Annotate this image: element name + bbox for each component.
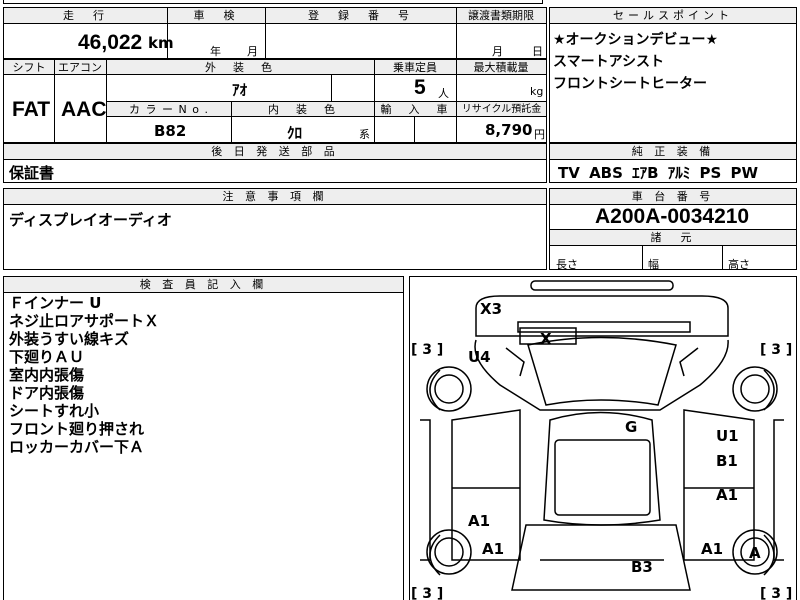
divider xyxy=(456,60,457,142)
shift-value: FAT xyxy=(12,98,51,121)
divider xyxy=(265,8,266,58)
exterior-color-value: ｱｵ xyxy=(232,81,248,99)
mileage-value: 46,022 xyxy=(78,31,143,54)
tire-label-front-left: [ 3 ] xyxy=(411,342,443,358)
mark-x3: X3 xyxy=(480,300,502,318)
mark-a1-right-lower: A1 xyxy=(701,540,723,558)
max-load-header: 最大積載量 xyxy=(456,60,546,75)
car-diagram-box: X3 X U4 G U1 B1 A1 A1 A1 A1 A B3 [ 3 ] [… xyxy=(409,276,797,600)
ac-header: エアコン xyxy=(54,60,106,75)
tires xyxy=(426,366,778,575)
max-load-unit: kg xyxy=(530,85,544,98)
capacity-unit: 人 xyxy=(438,87,449,100)
deadline-day-unit: 日 xyxy=(532,45,543,58)
divider xyxy=(54,60,55,142)
genuine-equipment-header: 純 正 装 備 xyxy=(550,144,796,160)
recycle-value: 8,790 xyxy=(485,121,533,139)
width-label: 幅 xyxy=(648,258,659,271)
height-label: 高さ xyxy=(728,258,750,271)
notes-header: 注 意 事 項 欄 xyxy=(4,189,546,205)
mileage-header: 走 行 xyxy=(4,8,167,24)
divider xyxy=(456,8,457,58)
divider xyxy=(331,75,332,101)
interior-color-header: 内 装 色 xyxy=(232,102,374,117)
inspector-item: 室内内張傷 xyxy=(9,366,85,384)
dimensions-box: 諸 元 長さ 幅 高さ xyxy=(549,229,797,271)
mark-b3: B3 xyxy=(631,558,653,576)
exterior-color-header: 外 装 色 xyxy=(106,60,374,75)
damage-marks: X3 X U4 G U1 B1 A1 A1 A1 A1 A B3 xyxy=(468,300,761,576)
divider xyxy=(231,101,232,142)
deadline-month-unit: 月 xyxy=(492,45,503,58)
inspector-item: ロッカーカバー下Ａ xyxy=(9,438,145,456)
top-strip xyxy=(3,0,543,4)
tire-label-front-right: [ 3 ] xyxy=(760,342,792,358)
mark-x: X xyxy=(540,330,552,348)
shift-header: シフト xyxy=(4,60,54,75)
genuine-equipment-value: TV ABS ｴｱB ｱﾙﾐ PS PW xyxy=(558,164,759,182)
deadline-header: 譲渡書類期限 xyxy=(456,8,546,24)
color-no-value: B82 xyxy=(154,122,187,140)
later-parts-value: 保証書 xyxy=(9,164,55,182)
recycle-header: リサイクル預託金 xyxy=(457,102,546,117)
inspector-item: ネジ止ロアサポートＸ xyxy=(9,312,160,330)
color-no-header: カ ラ ー N o . xyxy=(107,102,231,117)
sales-points-list: ★オークションデビュー★ スマートアシスト フロントシートヒーター xyxy=(553,29,718,95)
spec-box: シフト エアコン 外 装 色 乗車定員 最大積載量 ｱｵ 5 人 kg カ ラ … xyxy=(3,59,547,143)
mark-b1: B1 xyxy=(716,452,738,470)
later-parts-header: 後 日 発 送 部 品 xyxy=(4,144,546,160)
inspector-header: 検 査 員 記 入 欄 xyxy=(4,277,403,293)
ac-value: AAC xyxy=(61,98,107,121)
sales-points-box: セールスポイント ★オークションデビュー★ スマートアシスト フロントシートヒー… xyxy=(549,7,797,143)
inspection-header: 車 検 xyxy=(167,8,265,24)
dimensions-header: 諸 元 xyxy=(550,230,796,246)
capacity-header: 乗車定員 xyxy=(374,60,456,75)
capacity-value: 5 xyxy=(414,76,426,99)
inspection-year-unit: 年 xyxy=(210,45,221,58)
recycle-unit: 円 xyxy=(534,128,545,141)
inspector-item: ドア内張傷 xyxy=(9,384,85,402)
mileage-box: 走 行 車 検 登 録 番 号 譲渡書類期限 46,022 km 年 月 月 日 xyxy=(3,7,547,59)
notes-value: ディスプレイオーディオ xyxy=(9,211,172,229)
mark-a1-left-upper: A1 xyxy=(468,512,490,530)
mark-a1-left-lower: A1 xyxy=(482,540,504,558)
chassis-value: A200A-0034210 xyxy=(595,205,750,228)
length-label: 長さ xyxy=(556,258,578,271)
divider xyxy=(374,60,375,142)
mark-u4: U4 xyxy=(468,348,491,366)
inspector-item: 外装うすい線キズ xyxy=(9,330,130,348)
tire-label-rear-right: [ 3 ] xyxy=(760,586,792,600)
divider xyxy=(642,246,643,269)
sales-point-item: ★オークションデビュー★ xyxy=(553,32,719,48)
mileage-unit: km xyxy=(148,34,174,52)
mark-u1: U1 xyxy=(716,427,739,445)
later-parts-box: 後 日 発 送 部 品 保証書 xyxy=(3,143,547,183)
chassis-box: 車 台 番 号 A200A-0034210 xyxy=(549,188,797,230)
inspector-item: Ｆインナー U xyxy=(9,294,102,312)
notes-box: 注 意 事 項 欄 ディスプレイオーディオ xyxy=(3,188,547,270)
divider xyxy=(722,246,723,269)
sales-point-item: スマートアシスト xyxy=(553,54,665,70)
car-diagram: X3 X U4 G U1 B1 A1 A1 A1 A1 A B3 [ 3 ] [… xyxy=(411,280,792,600)
inspector-list: Ｆインナー U ネジ止ロアサポートＸ 外装うすい線キズ 下廻りＡＵ 室内内張傷 … xyxy=(9,294,159,456)
tire-label-rear-left: [ 3 ] xyxy=(411,586,443,600)
chassis-header: 車 台 番 号 xyxy=(550,189,796,205)
divider xyxy=(414,117,415,142)
inspector-item: 下廻りＡＵ xyxy=(9,348,85,366)
mark-a1-right-upper: A1 xyxy=(716,486,738,504)
mark-g: G xyxy=(625,418,637,436)
inspector-box: 検 査 員 記 入 欄 Ｆインナー U ネジ止ロアサポートＸ 外装うすい線キズ … xyxy=(3,276,404,600)
interior-color-suffix: 系 xyxy=(359,128,370,141)
inspection-month-unit: 月 xyxy=(247,45,258,58)
inspector-item: シートすれ小 xyxy=(9,402,100,420)
registration-header: 登 録 番 号 xyxy=(265,8,456,24)
genuine-equipment-box: 純 正 装 備 TV ABS ｴｱB ｱﾙﾐ PS PW xyxy=(549,143,797,183)
import-header: 輸 入 車 xyxy=(375,102,456,117)
interior-color-value: ｸﾛ xyxy=(287,124,303,142)
sales-point-item: フロントシートヒーター xyxy=(553,76,707,92)
inspector-item: フロント廻り押され xyxy=(9,420,145,438)
mark-a-tire: A xyxy=(749,544,761,562)
sales-points-header: セールスポイント xyxy=(550,8,796,24)
